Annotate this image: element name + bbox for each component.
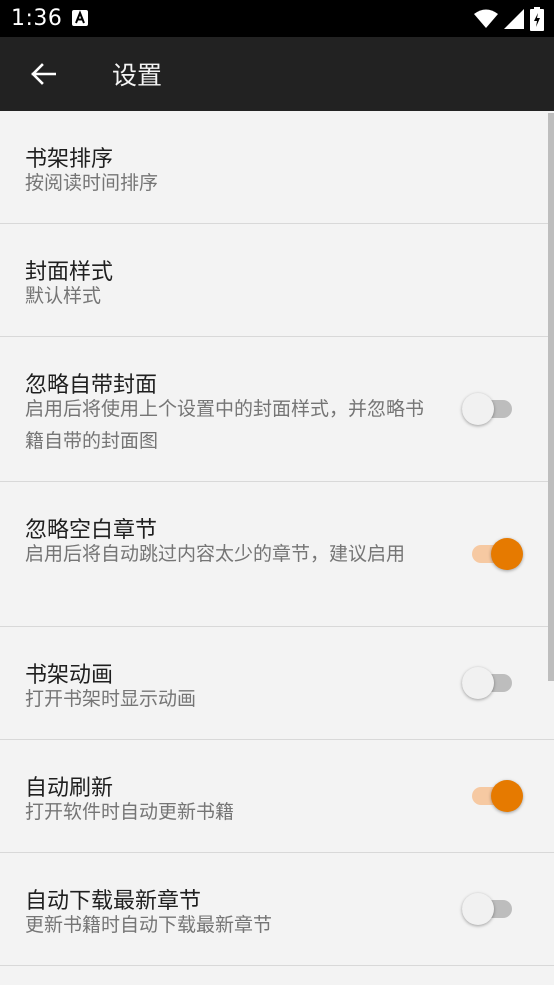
- setting-subtitle: 更新书籍时自动下载最新章节: [25, 914, 273, 936]
- app-bar: 设置: [0, 37, 554, 111]
- bookshelf-animation-switch[interactable]: [462, 667, 516, 699]
- status-bar: 1:36: [0, 0, 554, 37]
- signal-icon: [504, 9, 524, 33]
- setting-subtitle: 打开软件时自动更新书籍: [25, 801, 235, 823]
- scrollbar[interactable]: [548, 113, 554, 681]
- setting-subtitle: 打开书架时显示动画: [25, 688, 197, 710]
- setting-cover-style[interactable]: 封面样式 默认样式: [0, 224, 554, 337]
- ignore-cover-switch[interactable]: [462, 393, 516, 425]
- notification-icon: [72, 10, 88, 26]
- setting-ignore-cover[interactable]: 忽略自带封面 启用后将使用上个设置中的封面样式，并忽略书籍自带的封面图: [0, 337, 554, 482]
- setting-subtitle: 启用后将自动跳过内容太少的章节，建议启用: [25, 543, 406, 565]
- setting-bookshelf-animation[interactable]: 书架动画 打开书架时显示动画: [0, 627, 554, 740]
- auto-download-switch[interactable]: [462, 893, 516, 925]
- status-time: 1:36: [11, 6, 63, 31]
- setting-bookshelf-sort[interactable]: 书架排序 按阅读时间排序: [0, 111, 554, 224]
- setting-auto-refresh[interactable]: 自动刷新 打开软件时自动更新书籍: [0, 740, 554, 853]
- setting-subtitle: 按阅读时间排序: [25, 172, 159, 194]
- setting-subtitle: 默认样式: [25, 285, 102, 307]
- setting-auto-download[interactable]: 自动下载最新章节 更新书籍时自动下载最新章节: [0, 853, 554, 966]
- wifi-icon: [474, 9, 498, 33]
- setting-subtitle: 启用后将使用上个设置中的封面样式，并忽略书籍自带的封面图: [25, 398, 425, 452]
- back-button[interactable]: [22, 53, 64, 95]
- settings-list: 书架排序 按阅读时间排序 封面样式 默认样式 忽略自带封面 启用后将使用上个设置…: [0, 111, 554, 966]
- ignore-blank-chapters-switch[interactable]: [462, 538, 523, 570]
- arrow-left-icon: [31, 63, 56, 85]
- setting-ignore-blank-chapters[interactable]: 忽略空白章节 启用后将自动跳过内容太少的章节，建议启用: [0, 482, 554, 627]
- auto-refresh-switch[interactable]: [462, 780, 523, 812]
- battery-icon: [530, 7, 544, 35]
- page-title: 设置: [112, 61, 163, 90]
